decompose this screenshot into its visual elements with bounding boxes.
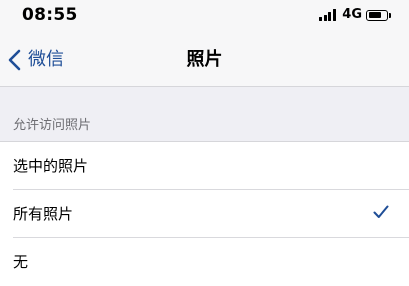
page-title: 照片 [186,49,223,70]
status-time: 08:55 [22,5,78,25]
checkmark-icon [373,205,389,218]
option-label: 所有照片 [13,205,74,223]
option-none[interactable]: 无 [0,238,409,286]
option-all-photos[interactable]: 所有照片 [0,190,409,238]
status-bar: 08:55 4G [0,0,409,32]
network-type: 4G [342,7,362,22]
battery-level-fill [368,12,381,18]
cellular-signal-icon [319,9,337,21]
section-header-area: 允许访问照片 [0,87,409,141]
option-label: 选中的照片 [13,157,89,175]
option-label: 无 [13,253,29,271]
photo-access-options: 选中的照片 所有照片 无 [0,141,409,286]
status-indicators: 4G [319,8,391,22]
option-selected-photos[interactable]: 选中的照片 [0,142,409,190]
battery-icon [366,9,388,21]
battery-tip [389,12,391,18]
navigation-bar: 微信 照片 [0,32,409,87]
section-header: 允许访问照片 [13,118,92,133]
